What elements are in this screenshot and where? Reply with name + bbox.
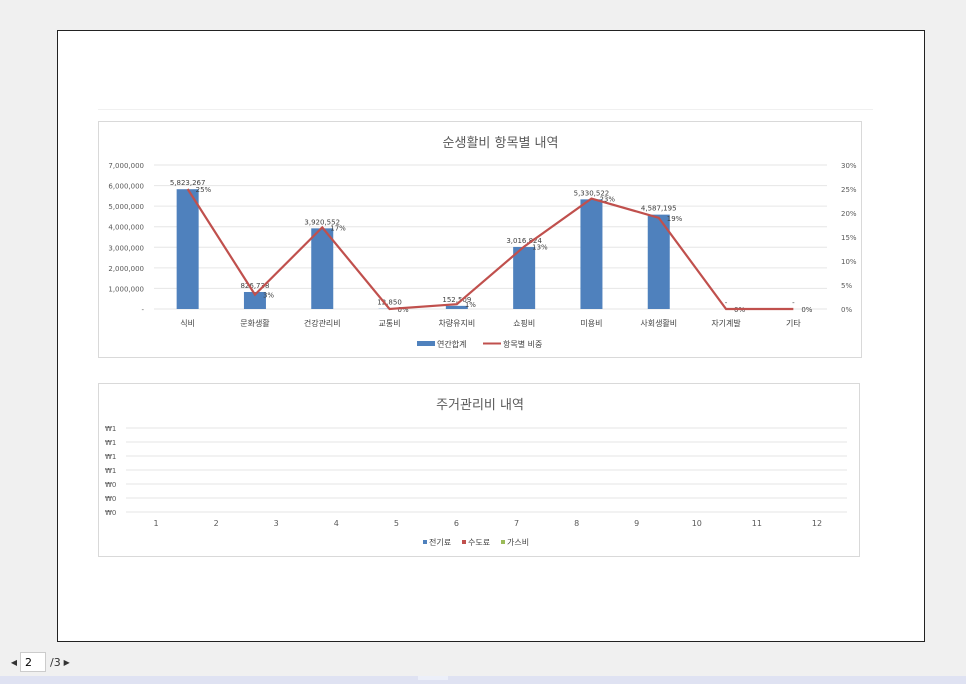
x-tick-label: 12 xyxy=(812,519,822,528)
prev-page-icon[interactable]: ◀ xyxy=(8,658,20,667)
housing-expense-chart[interactable]: 주거관리비 내역 ₩1 ₩1 ₩1 ₩1 ₩0 ₩0 ₩0 1 2 3 4 5 6 7 8 9 10 11 12 전기료… xyxy=(98,383,860,557)
legend-label: 전기료 xyxy=(429,537,451,547)
y-left-tick-label: 4,000,000 xyxy=(108,224,144,232)
next-page-icon[interactable]: ▶ xyxy=(61,658,73,667)
line-data-label: 13% xyxy=(532,244,548,252)
y-left-tick-label: - xyxy=(141,306,144,314)
legend-swatch xyxy=(501,540,505,544)
bottom-toolbar-strip xyxy=(0,676,966,684)
x-tick-label: 4 xyxy=(334,519,339,528)
living-expense-chart[interactable]: 순생활비 항목별 내역 - 1,000,000 2,000,000 3,000,000 4… xyxy=(98,121,862,358)
legend-swatch xyxy=(423,540,427,544)
x-tick-label: 쇼핑비 xyxy=(513,318,535,328)
y-tick-label: ₩1 xyxy=(105,467,116,475)
page-navigator: ◀ /3 ▶ xyxy=(8,652,73,672)
bar xyxy=(311,228,334,309)
bar xyxy=(580,199,603,309)
x-tick-label: 2 xyxy=(214,519,219,528)
x-tick-label: 문화생활 xyxy=(240,318,270,328)
housing-expense-chart-svg: 주거관리비 내역₩1₩1₩1₩1₩0₩0₩01 2 3 4 5 6 7 8 9 10 11 12전기료… xyxy=(105,398,847,547)
line-data-label: 1% xyxy=(465,301,476,309)
x-tick-label: 기타 xyxy=(786,319,801,328)
y-tick-label: ₩0 xyxy=(105,509,116,517)
x-tick-label: 1 xyxy=(153,519,158,528)
x-tick-label: 건강관리비 xyxy=(304,318,341,328)
x-tick-label: 9 xyxy=(634,519,639,528)
x-tick-label: 교통비 xyxy=(379,319,401,328)
y-left-tick-label: 7,000,000 xyxy=(108,162,144,170)
y-left-tick-label: 2,000,000 xyxy=(108,265,144,273)
legend-label: 수도료 xyxy=(468,538,490,547)
y-tick-label: ₩0 xyxy=(105,495,116,503)
legend-swatch xyxy=(462,540,466,544)
bar-data-label: 4,587,195 xyxy=(641,205,677,213)
y-tick-label: ₩0 xyxy=(105,481,116,489)
line-data-label: 19% xyxy=(667,215,683,223)
line-data-label: 17% xyxy=(330,224,346,232)
page-divider xyxy=(98,109,873,110)
x-tick-label: 10 xyxy=(692,519,702,528)
y-tick-label: ₩1 xyxy=(105,453,116,461)
y-right-tick-label: 30% xyxy=(841,162,857,170)
x-tick-label: 3 xyxy=(274,519,279,528)
bar-data-label: - xyxy=(792,299,795,307)
y-right-tick-label: 15% xyxy=(841,234,857,242)
x-tick-label: 8 xyxy=(574,519,579,528)
line-data-label: 3% xyxy=(263,292,274,300)
bar xyxy=(513,246,536,309)
y-right-tick-label: 0% xyxy=(841,306,852,314)
x-tick-label: 5 xyxy=(394,519,399,528)
y-left-tick-label: 5,000,000 xyxy=(108,203,144,211)
document-page: 순생활비 항목별 내역 - 1,000,000 2,000,000 3,000,000 4… xyxy=(57,30,925,642)
legend-label: 가스비 xyxy=(507,538,529,547)
y-left-tick-label: 6,000,000 xyxy=(108,183,144,191)
bottom-toolbar-handle xyxy=(418,676,448,680)
chart-title: 순생활비 항목별 내역 xyxy=(443,136,559,151)
living-expense-chart-svg: 순생활비 항목별 내역 - 1,000,000 2,000,000 3,000,000 4… xyxy=(108,136,857,349)
y-right-tick-label: 5% xyxy=(841,282,852,290)
x-tick-label: 11 xyxy=(752,519,762,528)
bar xyxy=(176,189,199,309)
total-pages-label: /3 xyxy=(50,655,61,669)
y-left-tick-label: 1,000,000 xyxy=(108,285,144,293)
y-right-tick-label: 10% xyxy=(841,258,857,266)
x-tick-label: 6 xyxy=(454,519,459,528)
legend-label: 항목별 비중 xyxy=(503,339,542,349)
x-tick-label: 차량유지비 xyxy=(438,318,475,328)
legend-swatch-bar xyxy=(417,341,435,346)
x-tick-label: 식비 xyxy=(180,319,195,328)
y-tick-label: ₩1 xyxy=(105,425,116,433)
page-number-input[interactable] xyxy=(20,652,46,672)
x-tick-label: 7 xyxy=(514,519,519,528)
line-data-label: 0% xyxy=(801,306,812,314)
x-tick-label: 자기계발 xyxy=(711,318,741,328)
y-right-tick-label: 25% xyxy=(841,186,857,194)
x-tick-label: 사회생활비 xyxy=(640,318,677,328)
line-series xyxy=(186,188,794,311)
y-tick-label: ₩1 xyxy=(105,439,116,447)
line-data-label: 25% xyxy=(196,186,212,194)
y-left-tick-label: 3,000,000 xyxy=(108,244,144,252)
bar-data-label: - xyxy=(725,299,728,307)
x-tick-label: 미용비 xyxy=(580,319,602,328)
chart-title: 주거관리비 내역 xyxy=(436,398,524,413)
y-right-tick-label: 20% xyxy=(841,210,857,218)
legend-label: 연간합계 xyxy=(437,339,466,349)
